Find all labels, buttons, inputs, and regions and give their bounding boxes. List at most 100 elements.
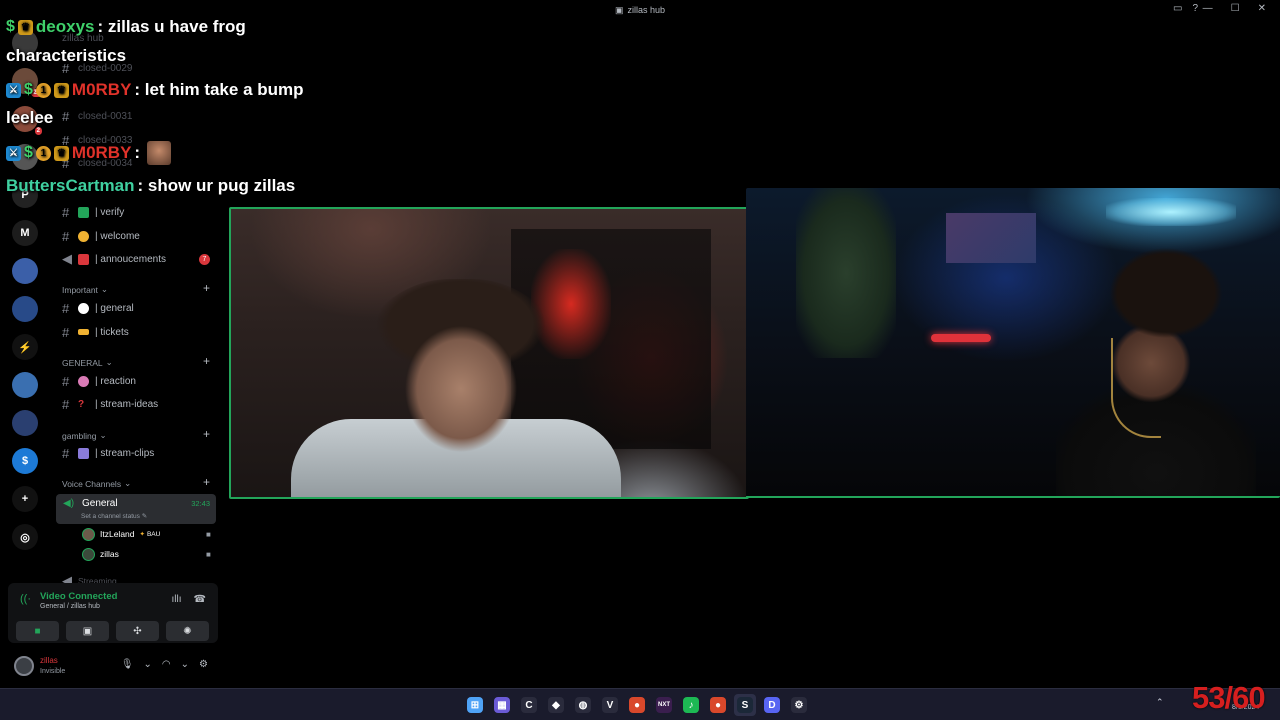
- add-channel-icon[interactable]: +: [203, 281, 210, 295]
- voice-user-zillas[interactable]: zillas ■: [82, 545, 211, 563]
- channel-annoucements[interactable]: ◀ | annoucements 7: [62, 249, 218, 269]
- user-name[interactable]: zillas: [40, 656, 58, 665]
- taskbar-app-obs[interactable]: ◍: [572, 694, 594, 716]
- taskbar: ⊞ ▦ C ◆ ◍ V ● NXT ♪ ● S D ⚙ ⌃ 8/1/2024: [0, 688, 1280, 720]
- activities-button[interactable]: ✣: [116, 621, 159, 641]
- channel-label: | verify: [95, 206, 125, 218]
- noise-suppression-icon[interactable]: ıllı: [172, 594, 182, 605]
- taskbar-app-apps[interactable]: ▦: [491, 694, 513, 716]
- inbox-icon[interactable]: ▭: [1173, 3, 1182, 14]
- voice-connected-subtitle[interactable]: General / zillas hub: [40, 603, 100, 610]
- taskbar-app-start[interactable]: ⊞: [464, 694, 486, 716]
- channel-tickets[interactable]: # | tickets: [62, 322, 129, 342]
- chat-username: M0RBY: [71, 80, 132, 99]
- chat-text: : show ur pug zillas: [137, 176, 296, 195]
- next-icon: NXT: [656, 697, 672, 713]
- camera-button[interactable]: ■: [16, 621, 59, 641]
- taskbar-app-chrome-2[interactable]: ●: [707, 694, 729, 716]
- category-important[interactable]: Important ⌄: [62, 284, 108, 295]
- headphones-icon[interactable]: ◠: [162, 659, 171, 670]
- chat-text: : zillas u have frog: [97, 17, 246, 36]
- spotify-icon: ♪: [683, 697, 699, 713]
- category-label: Voice Channels: [62, 478, 122, 489]
- stream-chat-overlay: $ ♛ deoxys : zillas u have frog characte…: [0, 0, 420, 200]
- category-gambling[interactable]: gambling ⌄: [62, 430, 107, 441]
- voice-user-itzleland[interactable]: ItzLeland ✦ BAU ■: [82, 525, 211, 543]
- server-icon-server-11[interactable]: [12, 410, 38, 436]
- server-icon-add-server[interactable]: +: [12, 486, 38, 512]
- help-icon[interactable]: ?: [1192, 3, 1198, 14]
- server-icon-discover[interactable]: ◎: [12, 524, 38, 550]
- category-label: gambling: [62, 430, 97, 441]
- taskbar-app-spotify[interactable]: ♪: [680, 694, 702, 716]
- voice-channel-general[interactable]: ◀) General 32:43 Set a channel status ✎: [56, 494, 216, 524]
- server-icon-server-9[interactable]: ⚡: [12, 334, 38, 360]
- server-icon-server-10[interactable]: [12, 372, 38, 398]
- avatar: [82, 527, 95, 541]
- channel-general[interactable]: # | general: [62, 298, 134, 318]
- chevron-down-icon[interactable]: ⌄: [144, 659, 152, 670]
- taskbar-app-steam[interactable]: S: [734, 694, 756, 716]
- video-background: [1106, 198, 1236, 226]
- server-icon-server-7[interactable]: [12, 258, 38, 284]
- maximize-button[interactable]: ☐: [1231, 3, 1240, 14]
- taskbar-app-vs[interactable]: V: [599, 694, 621, 716]
- screen: ▣ zillas hub ▭ ? — ☐ ✕ 212PM⚡$+◎ zillas …: [0, 0, 1280, 720]
- taskbar-app-app-c[interactable]: C: [518, 694, 540, 716]
- category-voice-channels[interactable]: Voice Channels ⌄: [62, 478, 131, 489]
- taskbar-app-next[interactable]: NXT: [653, 694, 675, 716]
- ticket-emoji-icon: [78, 329, 89, 335]
- hash-icon: #: [62, 396, 70, 412]
- video-tile-zillas[interactable]: [746, 188, 1280, 498]
- mention-badge: 7: [199, 253, 210, 265]
- channel-reaction[interactable]: # | reaction: [62, 371, 136, 391]
- signal-icon[interactable]: ((·: [20, 593, 31, 605]
- video-background: [796, 188, 896, 358]
- voice-connected-title[interactable]: Video Connected: [40, 591, 117, 602]
- server-icon-server-8[interactable]: [12, 296, 38, 322]
- tray-chevron-icon[interactable]: ⌃: [1156, 697, 1164, 708]
- channel-stream-clips[interactable]: # | stream-clips: [62, 443, 154, 463]
- taskbar-app-app-vpn[interactable]: ◆: [545, 694, 567, 716]
- chevron-down-icon: ⌄: [124, 478, 132, 488]
- category-general[interactable]: GENERAL ⌄: [62, 357, 113, 368]
- soundboard-button[interactable]: ✺: [166, 621, 209, 641]
- taskbar-apps: ⊞ ▦ C ◆ ◍ V ● NXT ♪ ● S D ⚙: [464, 694, 810, 716]
- voice-connected-panel: ((· Video Connected General / zillas hub…: [8, 583, 218, 643]
- server-icon-server-12[interactable]: $: [12, 448, 38, 474]
- hash-icon: #: [62, 373, 70, 389]
- server-icon: ▣: [614, 4, 624, 15]
- dollar-badge: $: [6, 18, 15, 35]
- check-emoji-icon: [78, 206, 89, 218]
- minimize-button[interactable]: —: [1203, 3, 1213, 14]
- close-button[interactable]: ✕: [1258, 3, 1266, 14]
- disconnect-icon[interactable]: ☎: [194, 594, 206, 605]
- channel-label: | tickets: [95, 326, 129, 338]
- channel-status[interactable]: Set a channel status ✎: [81, 512, 147, 520]
- screen-share-button[interactable]: ▣: [66, 621, 109, 641]
- taskbar-app-discord[interactable]: D: [761, 694, 783, 716]
- steam-icon: S: [737, 697, 753, 713]
- taskbar-app-app-settings[interactable]: ⚙: [788, 694, 810, 716]
- chevron-down-icon: ⌄: [99, 430, 107, 440]
- microphone-icon[interactable]: 🎙︎: [121, 659, 134, 670]
- hash-icon: #: [62, 300, 70, 316]
- channel-label: | welcome: [95, 230, 140, 242]
- crown-badge-icon: ♛: [53, 82, 69, 98]
- add-channel-icon[interactable]: +: [203, 354, 210, 368]
- add-channel-icon[interactable]: +: [203, 475, 210, 489]
- chevron-down-icon: ⌄: [100, 284, 109, 294]
- chat-message: $ ♛ deoxys : zillas u have frog: [6, 17, 246, 37]
- video-tile-itzleland[interactable]: [229, 207, 749, 499]
- channel-verify[interactable]: # | verify: [62, 202, 124, 222]
- channel-welcome[interactable]: # | welcome: [62, 226, 140, 246]
- channel-stream-ideas[interactable]: # ? | stream-ideas: [62, 394, 158, 414]
- avatar[interactable]: [14, 656, 34, 676]
- gear-icon[interactable]: ⚙: [199, 659, 208, 670]
- chevron-down-icon[interactable]: ⌄: [181, 659, 189, 670]
- server-icon-server-6[interactable]: M: [12, 220, 38, 246]
- taskbar-app-chrome[interactable]: ●: [626, 694, 648, 716]
- crown-badge-icon: ♛: [17, 19, 33, 35]
- add-channel-icon[interactable]: +: [203, 427, 210, 441]
- chat-text-wrap: characteristics: [6, 46, 127, 65]
